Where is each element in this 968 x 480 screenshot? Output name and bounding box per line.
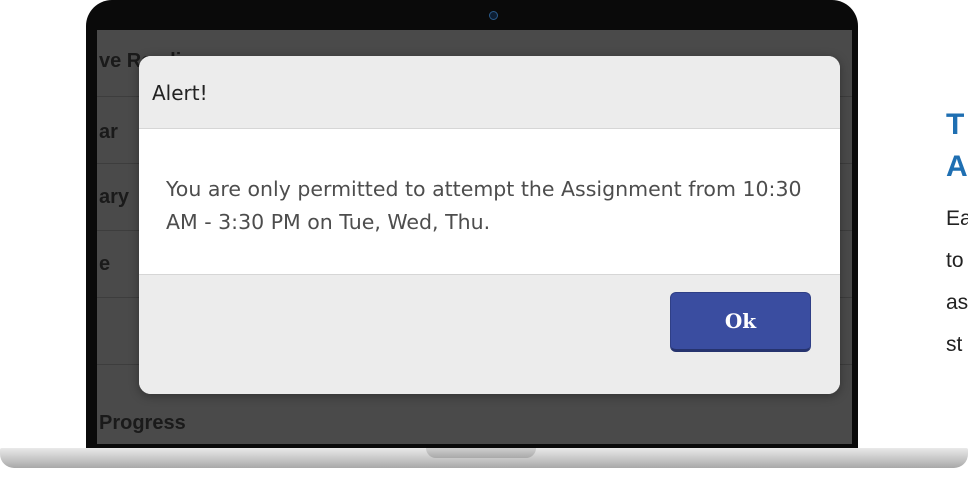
- page: ve Readin ar ary e Progress Alert! You a…: [0, 0, 968, 480]
- side-text-line: to: [946, 249, 964, 272]
- side-heading-line: A: [946, 150, 968, 183]
- dialog-title: Alert!: [152, 81, 208, 105]
- side-text-line: st: [946, 333, 963, 356]
- background-row-label: Progress: [99, 412, 186, 434]
- side-heading-line: T: [946, 108, 965, 141]
- alert-dialog: Alert! You are only permitted to attempt…: [139, 56, 840, 394]
- side-text-line: Ea: [946, 207, 968, 230]
- camera-icon: [489, 11, 498, 20]
- dialog-message: You are only permitted to attempt the As…: [166, 177, 802, 234]
- dialog-header: [139, 56, 840, 129]
- laptop-base-notch: [426, 448, 536, 458]
- background-row-label: ar: [99, 121, 118, 143]
- background-row-label: e: [99, 253, 111, 275]
- ok-button[interactable]: Ok: [670, 292, 811, 352]
- background-row-label: ary: [99, 186, 130, 208]
- side-text-line: as: [946, 291, 968, 314]
